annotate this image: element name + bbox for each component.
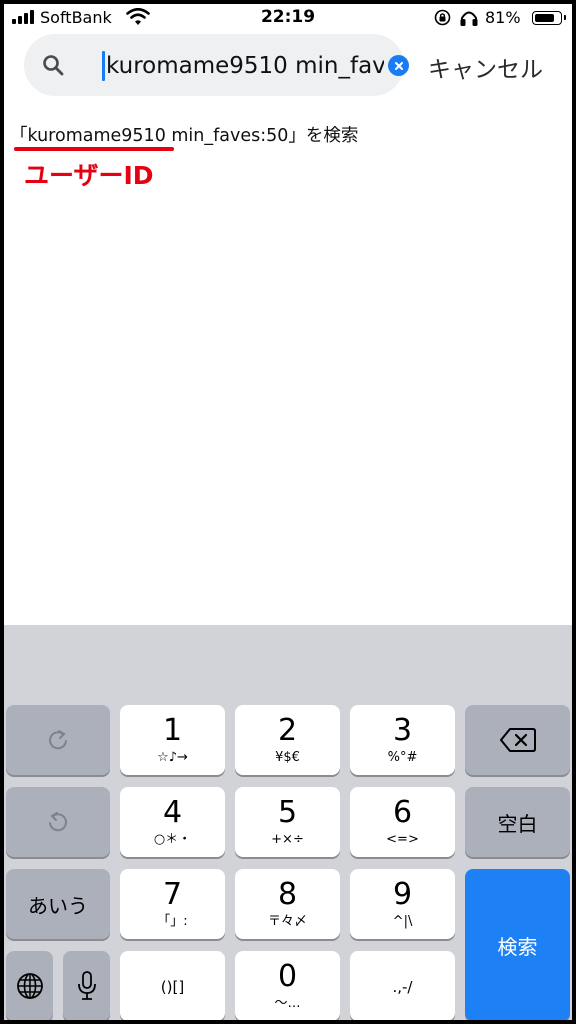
redo-arrow-icon xyxy=(49,730,67,750)
screen: SoftBank 22:19 81% kuromame9510 min_fave… xyxy=(4,4,572,1020)
key-3[interactable]: 3 %°# xyxy=(350,705,455,775)
globe-icon xyxy=(16,973,43,999)
undo-key[interactable] xyxy=(6,705,110,775)
key-1[interactable]: 1 ☆♪→ xyxy=(120,705,225,775)
text-cursor xyxy=(102,51,105,81)
key-9[interactable]: 9 ^|\ xyxy=(350,869,455,939)
space-key[interactable]: 空白 xyxy=(465,787,570,857)
search-input[interactable] xyxy=(106,48,384,84)
key-punctuation[interactable]: .,-/ xyxy=(350,951,455,1020)
headphones-icon xyxy=(460,11,478,26)
search-icon xyxy=(43,55,64,76)
search-bar[interactable] xyxy=(24,34,409,96)
battery-icon xyxy=(532,11,566,25)
search-key[interactable]: 検索 xyxy=(465,869,570,1020)
key-5[interactable]: 5 +×÷ xyxy=(235,787,340,857)
key-6[interactable]: 6 <=> xyxy=(350,787,455,857)
globe-key[interactable] xyxy=(6,951,53,1020)
user-id-underline xyxy=(14,147,174,151)
backspace-key[interactable] xyxy=(465,705,570,775)
key-brackets[interactable]: ()[] xyxy=(120,951,225,1020)
cancel-button[interactable]: キャンセル xyxy=(428,50,543,84)
dictation-key[interactable] xyxy=(63,951,110,1020)
status-bar: SoftBank 22:19 81% xyxy=(4,4,572,30)
battery-percent: 81% xyxy=(485,8,521,27)
user-id-annotation: ユーザーID xyxy=(24,161,154,190)
battery-fill xyxy=(534,13,554,22)
clear-search-button[interactable] xyxy=(388,55,409,76)
key-0[interactable]: 0 〜… xyxy=(235,951,340,1020)
reverse-key[interactable] xyxy=(6,787,110,857)
key-2[interactable]: 2 ¥$€ xyxy=(235,705,340,775)
key-8[interactable]: 8 〒々〆 xyxy=(235,869,340,939)
undo-arrow-icon xyxy=(49,812,67,832)
rotation-lock-icon xyxy=(434,9,451,26)
search-suggestion[interactable]: 「kuromame9510 min_faves:50」を検索 xyxy=(10,122,358,147)
hiragana-key[interactable]: あいう xyxy=(6,869,110,939)
microphone-icon xyxy=(77,971,96,1000)
key-7[interactable]: 7 「」: xyxy=(120,869,225,939)
key-4[interactable]: 4 ○＊・ xyxy=(120,787,225,857)
backspace-icon xyxy=(499,728,536,752)
keyboard: 1 ☆♪→ 2 ¥$€ 3 %°# 4 ○＊・ 5 +×÷ 6 <=> 空白 あ… xyxy=(4,625,572,1020)
close-icon xyxy=(394,61,403,70)
